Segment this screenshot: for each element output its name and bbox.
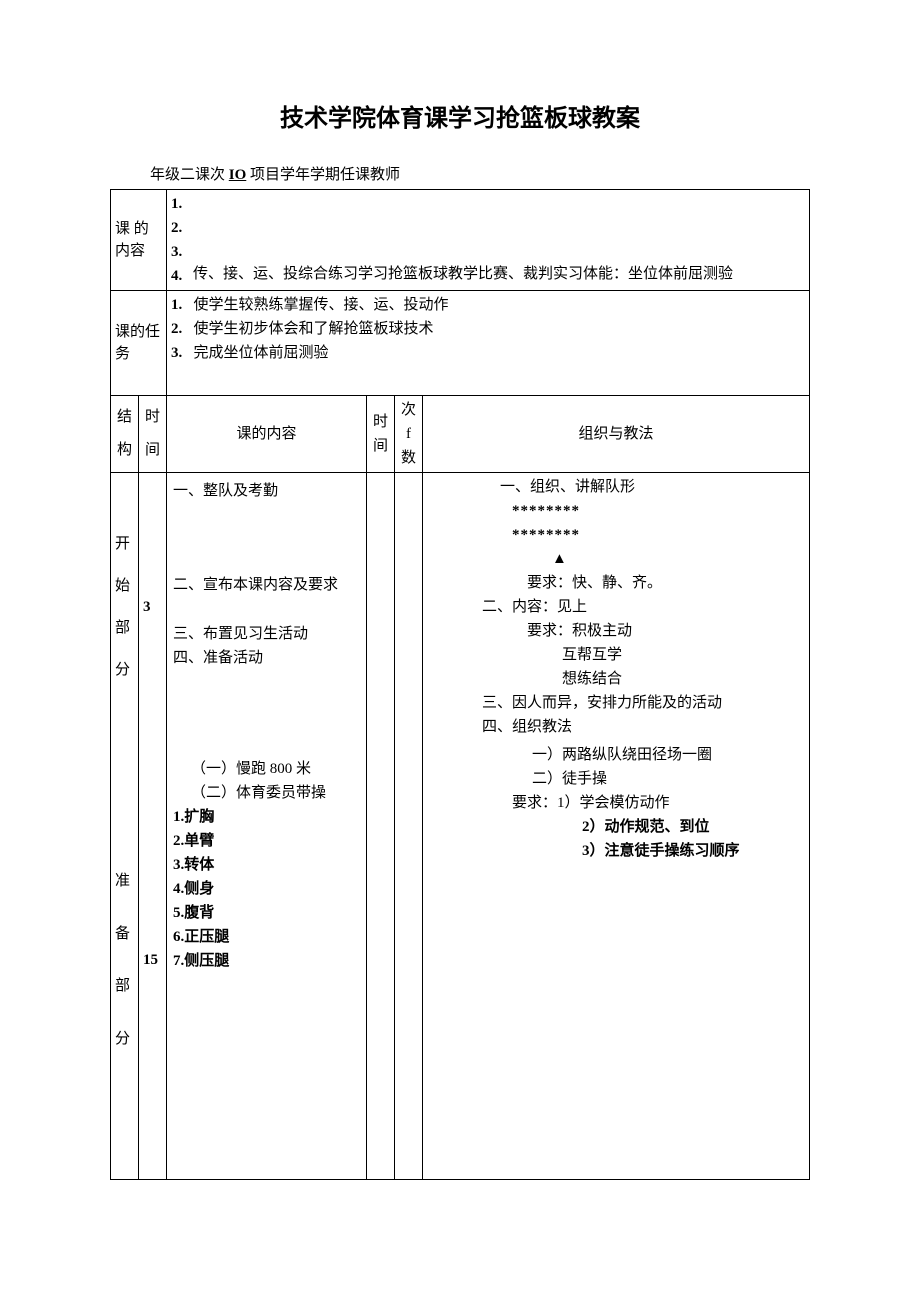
org-req: 互帮互学 (482, 643, 805, 667)
content-line: 二、宣布本课内容及要求 (173, 573, 360, 597)
content-text: 传、接、运、投综合练习学习抢篮板球教学比赛、裁判实习体能：坐位体前屈测验 (193, 262, 733, 286)
section-label-start: 开始部分 (111, 473, 139, 742)
meta-text-1: 年级二课次 (150, 167, 229, 183)
course-content-cell: 1. 2. 3. 4. 传、接、运、投综合练习学习抢篮板球教学比赛、裁判实习体能… (167, 190, 810, 291)
course-task-cell: 1. 使学生较熟练掌握传、接、运、投动作 2. 使学生初步体会和了解抢篮板球技术… (167, 291, 810, 396)
content-line: 三、布置见习生活动 (173, 622, 360, 646)
header-structure: 结构 (111, 396, 139, 473)
page-title: 技术学院体育课学习抢篮板球教案 (110, 100, 810, 138)
task-num: 2. (171, 321, 182, 337)
num-item: 1. (171, 192, 193, 216)
org-req-sub: 3）注意徒手操练习顺序 (482, 839, 805, 863)
task-text: 使学生初步体会和了解抢篮板球技术 (194, 321, 434, 337)
time-cell (367, 473, 395, 1180)
row-label-task: 课的任务 (111, 291, 167, 396)
section-content-prep: （一）慢跑 800 米 （二）体育委员带操 1.扩胸 2.单臂 3.转体 4.侧… (167, 741, 367, 1180)
exercise-item: 3.转体 (173, 853, 360, 877)
table-row: 课的任务 1. 使学生较熟练掌握传、接、运、投动作 2. 使学生初步体会和了解抢… (111, 291, 810, 396)
exercise-item: 1.扩胸 (173, 805, 360, 829)
exercise-item: 7.侧压腿 (173, 949, 360, 973)
row-label-content: 课 的内容 (111, 190, 167, 291)
org-method: 二）徒手操 (482, 767, 805, 791)
org-req: 要求：快、静、齐。 (482, 571, 805, 595)
org-line: 二、内容：见上 (482, 595, 805, 619)
org-req: 要求：积极主动 (482, 619, 805, 643)
freq-cell (395, 473, 423, 1180)
org-req: 想练结合 (482, 667, 805, 691)
section-content-start: 一、整队及考勤 二、宣布本课内容及要求 三、布置见习生活动 四、准备活动 (167, 473, 367, 742)
header-org: 组织与教法 (423, 396, 810, 473)
num-item: 2. (171, 216, 193, 240)
content-line: （一）慢跑 800 米 (173, 757, 360, 781)
table-header-row: 结构 时间 课的内容 时间 次f数 组织与教法 (111, 396, 810, 473)
exercise-item: 5.腹背 (173, 901, 360, 925)
meta-line: 年级二课次 IO 项目学年学期任课教师 (150, 163, 810, 187)
org-line: 四、组织教法 (482, 715, 805, 739)
task-num: 3. (171, 345, 182, 361)
section-label-prep: 准备部分 (111, 741, 139, 1180)
exercise-item: 6.正压腿 (173, 925, 360, 949)
exercise-item: 4.侧身 (173, 877, 360, 901)
header-freq: 次f数 (395, 396, 423, 473)
lesson-table: 课 的内容 1. 2. 3. 4. 传、接、运、投综合练习学习抢篮板球教学比赛、… (110, 189, 810, 1180)
task-text: 使学生较熟练掌握传、接、运、投动作 (194, 297, 449, 313)
formation-stars: ******** (482, 523, 805, 547)
header-time2: 时间 (367, 396, 395, 473)
exercise-item: 2.单臂 (173, 829, 360, 853)
org-req-sub: 2）动作规范、到位 (482, 815, 805, 839)
content-line: 一、整队及考勤 (173, 479, 360, 503)
header-time1: 时间 (139, 396, 167, 473)
num-item: 3. (171, 240, 193, 264)
meta-io: IO (229, 167, 247, 183)
task-num: 1. (171, 297, 182, 313)
meta-text-2: 项目学年学期任课教师 (246, 167, 400, 183)
task-text: 完成坐位体前屈测验 (194, 345, 329, 361)
section-time-start: 3 (139, 473, 167, 742)
table-row: 课 的内容 1. 2. 3. 4. 传、接、运、投综合练习学习抢篮板球教学比赛、… (111, 190, 810, 291)
num-item: 4. (171, 264, 193, 288)
org-line: 三、因人而异，安排力所能及的活动 (482, 691, 805, 715)
org-method: 一）两路纵队绕田径场一圈 (482, 743, 805, 767)
section-time-prep: 15 (139, 741, 167, 1180)
formation-stars: ******** (482, 499, 805, 523)
content-line: 四、准备活动 (173, 646, 360, 670)
section-org-start: 一、组织、讲解队形 ******** ******** ▲ 要求：快、静、齐。 … (423, 473, 810, 742)
org-req: 要求：1）学会模仿动作 (482, 791, 805, 815)
org-line: 一、组织、讲解队形 (482, 475, 805, 499)
section-org-prep: 一）两路纵队绕田径场一圈 二）徒手操 要求：1）学会模仿动作 2）动作规范、到位… (423, 741, 810, 1180)
formation-triangle: ▲ (482, 547, 805, 571)
header-content: 课的内容 (167, 396, 367, 473)
content-line: （二）体育委员带操 (173, 781, 360, 805)
